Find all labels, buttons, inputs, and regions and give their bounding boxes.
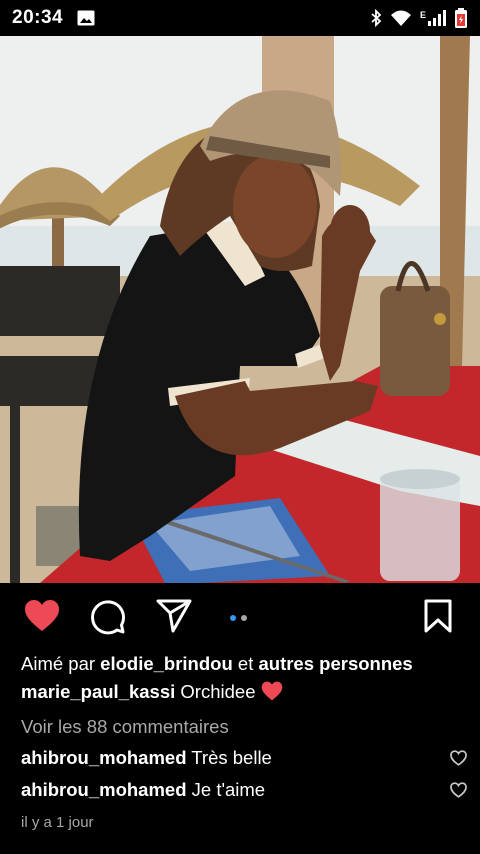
post-details: Aimé par elodie_brindou et autres person… [21,652,467,831]
caption-text: Orchidee [175,681,261,702]
wifi-icon [390,10,411,26]
signal-icon [428,10,446,26]
comment-row: ahibrou_mohamed Très belle [21,742,467,774]
battery-icon [455,8,467,28]
carousel-dot-active [230,615,236,621]
carousel-dot [241,615,247,621]
like-heart-shape [25,600,59,631]
share-send-icon[interactable] [156,599,192,633]
status-time: 20:34 [12,7,64,28]
comment-row: ahibrou_mohamed Je t'aime [21,774,467,806]
bookmark-save-icon[interactable] [424,599,452,633]
post-photo[interactable] [0,36,480,583]
carousel-indicator [230,615,247,621]
likes-summary[interactable]: Aimé par elodie_brindou et autres person… [21,652,461,680]
image-notification-icon [77,10,95,26]
comment-icon[interactable] [90,599,126,635]
comment-text: Très belle [186,747,272,768]
comment-like-heart-icon[interactable] [450,750,467,766]
bluetooth-icon [371,9,382,27]
likes-conjunction: et [232,653,259,674]
like-heart-icon[interactable] [24,599,60,632]
red-heart-emoji-icon [261,681,282,701]
likes-prefix: Aimé par [21,653,101,674]
comment-author-link[interactable]: ahibrou_mohamed [21,779,187,800]
post-actions [0,583,480,653]
post-photo-illustration [0,36,480,583]
post-caption: marie_paul_kassi Orchidee [21,680,461,712]
status-bar: 20:34 E [0,0,480,36]
view-all-comments-link[interactable]: Voir les 88 commentaires [21,712,461,742]
comment-author-link[interactable]: ahibrou_mohamed [21,747,187,768]
caption-author-link[interactable]: marie_paul_kassi [21,681,175,702]
liked-by-user-link[interactable]: elodie_brindou [100,653,233,674]
comment-text: Je t'aime [186,779,266,800]
post-timestamp: il y a 1 jour [21,814,94,831]
likes-others-link[interactable]: autres personnes [258,653,412,674]
network-type-label: E [419,10,426,20]
comment-like-heart-icon[interactable] [450,782,467,798]
